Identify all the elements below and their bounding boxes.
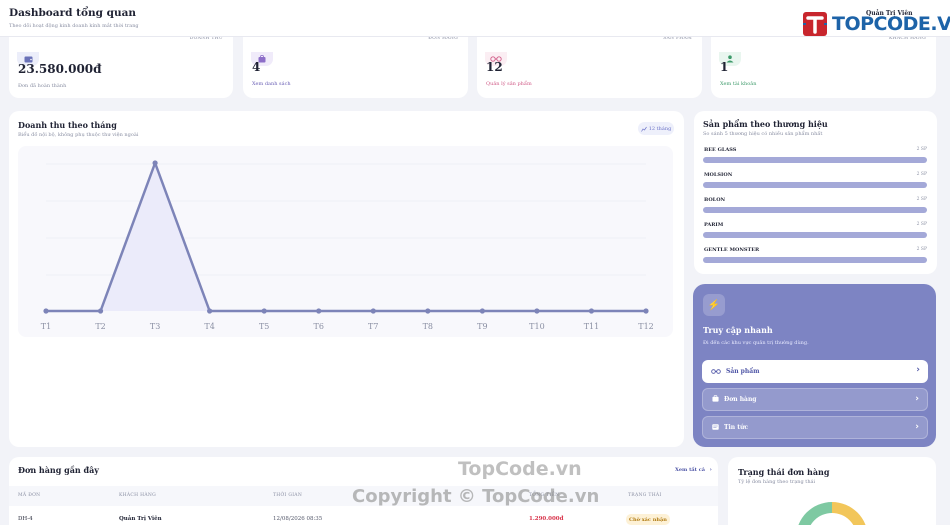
brand-count: 2 SP	[916, 172, 927, 177]
donut-segment-green	[798, 502, 832, 525]
news-icon	[712, 423, 719, 432]
brand-name: BEE GLASS	[704, 147, 737, 153]
view-accounts-link[interactable]: Xem tài khoản	[720, 81, 757, 87]
column-header: KHÁCH HÀNG	[119, 493, 157, 498]
brands-subtitle: So sánh 5 thương hiệu có nhiều sản phẩm …	[703, 131, 823, 137]
view-orders-link[interactable]: Xem danh sách	[252, 81, 291, 87]
brand-name: PARIM	[704, 222, 724, 228]
brands-title: Sản phẩm theo thương hiệu	[703, 119, 828, 129]
order-time: 12/08/2026 08:35	[273, 516, 323, 522]
brand-name: BOLON	[704, 197, 726, 203]
quick-access-title: Truy cập nhanh	[703, 325, 773, 335]
column-header: THỜI GIAN	[273, 493, 303, 498]
chevron-right-icon: ›	[915, 394, 919, 404]
period-pill[interactable]: 12 tháng	[638, 122, 674, 135]
chevron-right-icon: ›	[915, 422, 919, 432]
brand-bar	[703, 207, 927, 213]
glasses-icon	[711, 368, 721, 376]
period-pill-label: 12 tháng	[648, 125, 672, 132]
bolt-icon: ⚡	[703, 294, 725, 316]
brand-count: 2 SP	[916, 222, 927, 227]
column-header: TỔNG TIỀN	[529, 493, 560, 498]
stat-value: 1	[720, 60, 729, 74]
brand-name: MOLSION	[704, 172, 733, 178]
order-id: DH-4	[18, 516, 33, 522]
brand-count: 2 SP	[916, 247, 927, 252]
manage-products-link[interactable]: Quản lý sản phẩm	[486, 81, 532, 87]
stat-value: 4	[252, 60, 261, 74]
chart-area	[18, 146, 673, 337]
quick-orders-button[interactable]: Đơn hàng ›	[702, 388, 928, 411]
quick-news-label: Tin tức	[724, 424, 748, 431]
quick-products-button[interactable]: Sản phẩm ›	[702, 360, 928, 383]
page-subtitle: Theo dõi hoạt động kinh doanh kính mắt t…	[9, 23, 139, 29]
quick-access-panel: ⚡ Truy cập nhanh Đi đến các khu vực quản…	[693, 284, 936, 447]
order-status-title: Trạng thái đơn hàng	[738, 467, 830, 477]
stat-value: 23.580.000đ	[18, 62, 102, 76]
order-customer: Quản Trị Viên	[119, 516, 162, 522]
column-header: MÃ ĐƠN	[18, 493, 41, 498]
chevron-right-icon: ›	[916, 365, 920, 375]
topcode-logo: TOPCODE.VN	[800, 10, 950, 38]
order-status-subtitle: Tỷ lệ đơn hàng theo trạng thái	[738, 479, 816, 485]
quick-products-label: Sản phẩm	[726, 368, 760, 375]
column-header: TRẠNG THÁI	[628, 493, 662, 498]
brand-bar	[703, 232, 927, 238]
status-badge: Chờ xác nhận	[626, 514, 670, 525]
chevron-right-icon: ›	[709, 467, 712, 473]
revenue-subtitle: Biểu đồ nội bộ, không phụ thuộc thư viện…	[18, 132, 139, 138]
quick-orders-label: Đơn hàng	[724, 396, 757, 403]
stat-link: Đơn đã hoàn thành	[18, 83, 67, 89]
topcode-logo-text: TOPCODE.VN	[832, 13, 950, 35]
orders-table-header	[9, 486, 718, 506]
quick-news-button[interactable]: Tin tức ›	[702, 416, 928, 439]
view-all-link[interactable]: Xem tất cả ›	[675, 467, 712, 473]
stat-value: 12	[486, 60, 503, 74]
brand-bar	[703, 157, 927, 163]
recent-orders-title: Đơn hàng gần đây	[18, 465, 99, 475]
donut-segment-yellow	[832, 502, 866, 525]
chart-icon	[640, 126, 647, 132]
brand-count: 2 SP	[916, 147, 927, 152]
order-total: 1.290.000đ	[529, 516, 564, 522]
order-status-donut	[798, 502, 866, 525]
quick-access-subtitle: Đi đến các khu vực quản trị thường dùng.	[703, 340, 809, 346]
view-all-label: Xem tất cả	[675, 467, 705, 473]
revenue-title: Doanh thu theo tháng	[18, 120, 117, 130]
page-title: Dashboard tổng quan	[9, 7, 137, 19]
brand-bar	[703, 182, 927, 188]
bag-icon	[712, 394, 719, 404]
brand-name: GENTLE MONSTER	[704, 247, 760, 253]
brand-bar	[703, 257, 927, 263]
topcode-logo-mark	[800, 10, 830, 38]
brand-count: 2 SP	[916, 197, 927, 202]
